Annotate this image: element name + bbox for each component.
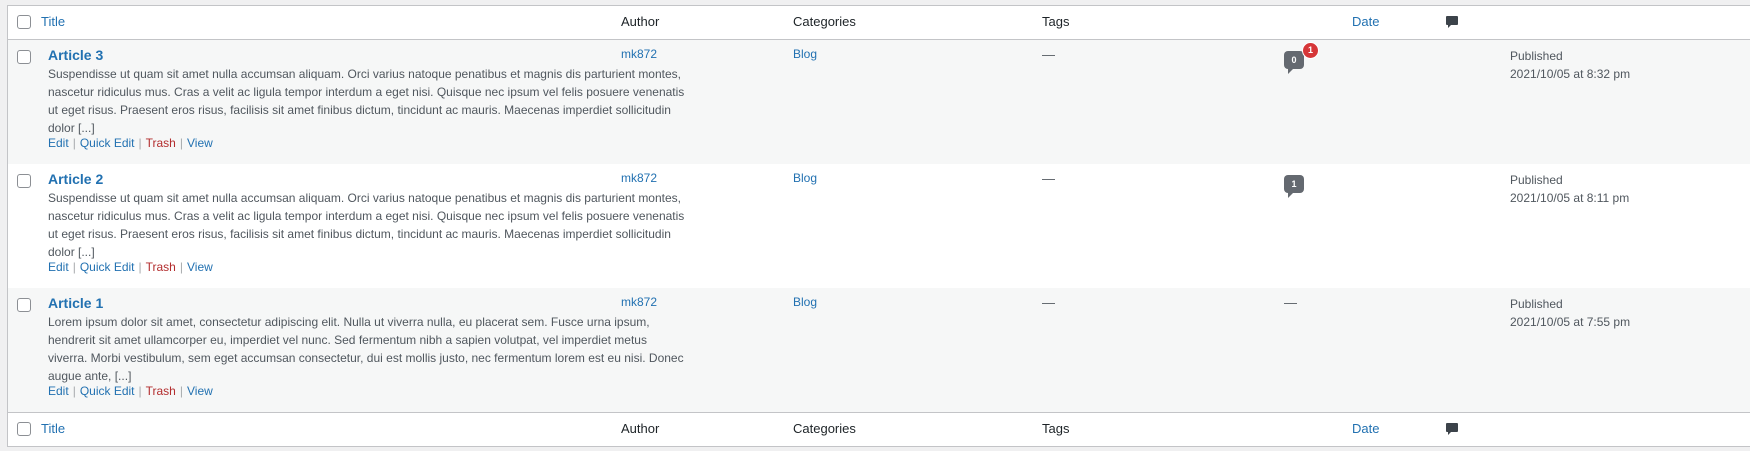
column-title-sort[interactable]: Title [41, 421, 65, 436]
tags-value: — [1042, 295, 1055, 310]
quick-edit-link[interactable]: Quick Edit [80, 260, 135, 274]
action-separator: | [72, 136, 76, 150]
table-row: Article 3 Suspendisse ut quam sit amet n… [8, 40, 1750, 164]
post-excerpt: Suspendisse ut quam sit amet nulla accum… [48, 191, 685, 259]
posts-table: Title Author Categories Tags Date Articl… [7, 5, 1750, 447]
quick-edit-link[interactable]: Quick Edit [80, 136, 135, 150]
column-date-sort[interactable]: Date [1352, 14, 1379, 29]
post-datetime: 2021/10/05 at 7:55 pm [1510, 315, 1631, 329]
column-author: Author [621, 421, 660, 436]
post-status: Published [1510, 173, 1563, 187]
table-header: Title Author Categories Tags Date [8, 6, 1750, 40]
quick-edit-link[interactable]: Quick Edit [80, 384, 135, 398]
row-checkbox[interactable] [17, 298, 31, 312]
category-link[interactable]: Blog [793, 295, 817, 309]
action-separator: | [179, 384, 183, 398]
action-separator: | [72, 260, 76, 274]
action-separator: | [138, 136, 142, 150]
author-link[interactable]: mk872 [621, 295, 657, 309]
post-status: Published [1510, 49, 1563, 63]
view-link[interactable]: View [187, 384, 213, 398]
action-separator: | [179, 136, 183, 150]
row-actions: Edit | Quick Edit | Trash | View [48, 384, 213, 398]
view-link[interactable]: View [187, 260, 213, 274]
post-date: Published 2021/10/05 at 8:11 pm [1510, 171, 1629, 207]
row-actions: Edit | Quick Edit | Trash | View [48, 136, 213, 150]
trash-link[interactable]: Trash [146, 136, 176, 150]
comment-icon [1446, 423, 1458, 439]
category-link[interactable]: Blog [793, 171, 817, 185]
select-all-checkbox[interactable] [17, 422, 31, 436]
post-datetime: 2021/10/05 at 8:11 pm [1510, 191, 1630, 205]
action-separator: | [138, 384, 142, 398]
column-author: Author [621, 14, 660, 29]
post-date: Published 2021/10/05 at 7:55 pm [1510, 295, 1630, 331]
select-all-checkbox[interactable] [17, 15, 31, 29]
post-title-link[interactable]: Article 3 [48, 47, 103, 63]
author-link[interactable]: mk872 [621, 171, 657, 185]
trash-link[interactable]: Trash [146, 260, 176, 274]
edit-link[interactable]: Edit [48, 260, 69, 274]
edit-link[interactable]: Edit [48, 384, 69, 398]
column-date-sort[interactable]: Date [1352, 421, 1379, 436]
tags-value: — [1042, 47, 1055, 62]
post-datetime: 2021/10/05 at 8:32 pm [1510, 67, 1631, 81]
post-date: Published 2021/10/05 at 8:32 pm [1510, 47, 1630, 83]
action-separator: | [72, 384, 76, 398]
view-link[interactable]: View [187, 136, 213, 150]
row-checkbox[interactable] [17, 174, 31, 188]
action-separator: | [138, 260, 142, 274]
pending-comments-badge[interactable]: 1 [1302, 42, 1319, 59]
row-actions: Edit | Quick Edit | Trash | View [48, 260, 213, 274]
edit-link[interactable]: Edit [48, 136, 69, 150]
post-title-link[interactable]: Article 2 [48, 171, 103, 187]
approved-comments-bubble[interactable]: 0 [1284, 51, 1304, 74]
column-categories: Categories [793, 14, 856, 29]
column-categories: Categories [793, 421, 856, 436]
column-tags: Tags [1042, 14, 1070, 29]
table-row: Article 1 Lorem ipsum dolor sit amet, co… [8, 288, 1750, 412]
row-checkbox[interactable] [17, 50, 31, 64]
post-status: Published [1510, 297, 1563, 311]
trash-link[interactable]: Trash [146, 384, 176, 398]
category-link[interactable]: Blog [793, 47, 817, 61]
approved-comments-bubble[interactable]: 1 [1284, 175, 1304, 198]
column-tags: Tags [1042, 421, 1070, 436]
comment-icon [1446, 16, 1458, 32]
table-footer: Title Author Categories Tags Date [8, 412, 1750, 446]
post-excerpt: Lorem ipsum dolor sit amet, consectetur … [48, 315, 684, 383]
post-excerpt: Suspendisse ut quam sit amet nulla accum… [48, 67, 685, 135]
post-title-link[interactable]: Article 1 [48, 295, 103, 311]
column-title-sort[interactable]: Title [41, 14, 65, 29]
action-separator: | [179, 260, 183, 274]
no-comments-value: — [1284, 295, 1297, 310]
author-link[interactable]: mk872 [621, 47, 657, 61]
tags-value: — [1042, 171, 1055, 186]
table-row: Article 2 Suspendisse ut quam sit amet n… [8, 164, 1750, 288]
